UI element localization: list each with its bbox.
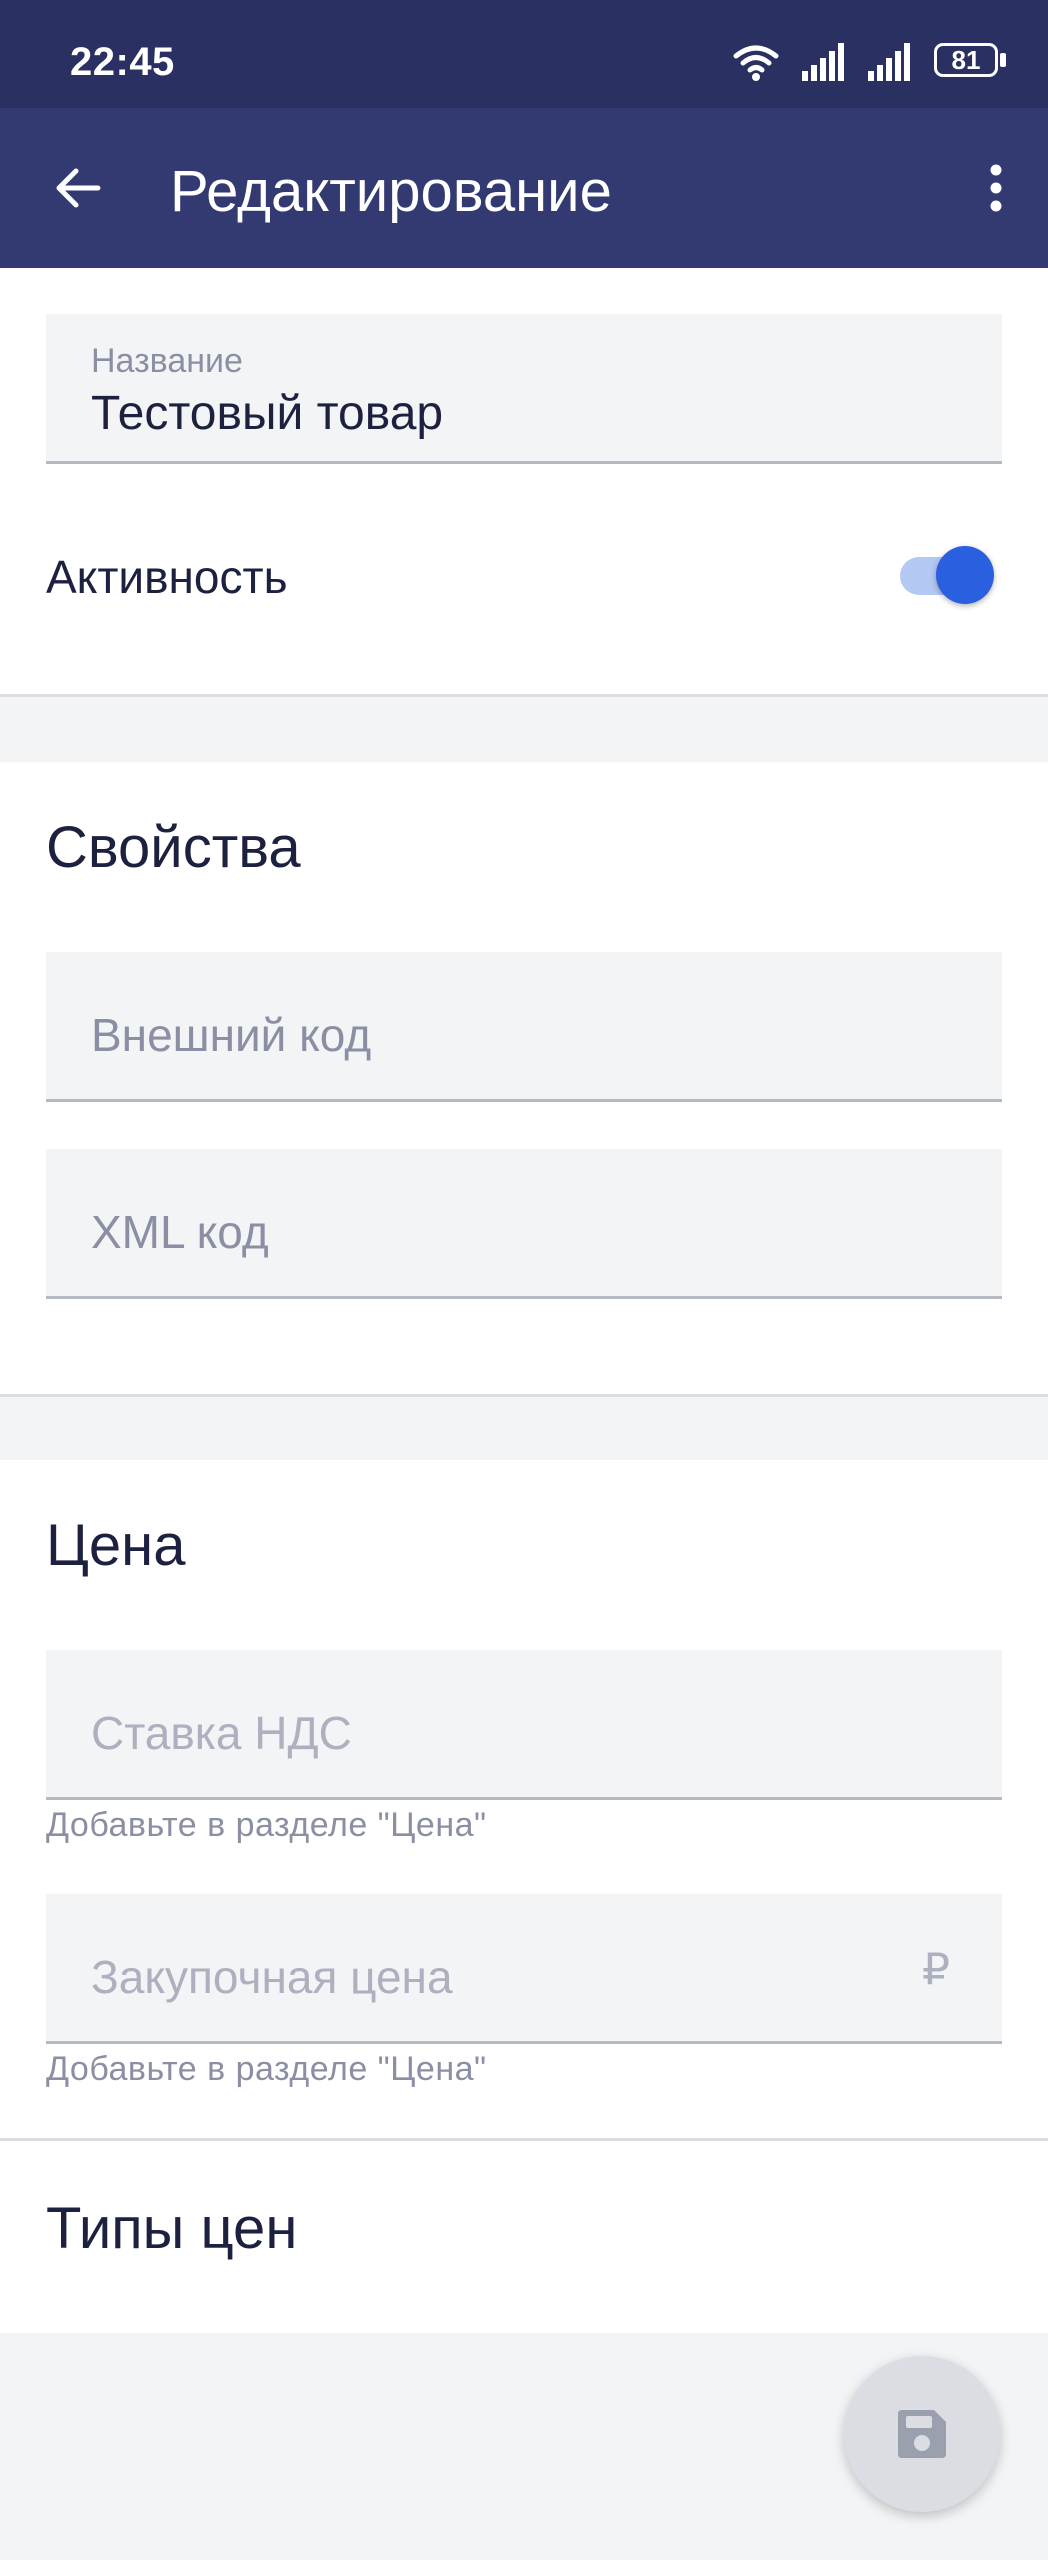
ruble-icon: ₽	[922, 1945, 950, 1994]
external-code-placeholder: Внешний код	[91, 1009, 372, 1061]
price-types-title: Типы цен	[46, 2196, 298, 2261]
vat-rate-placeholder: Ставка НДС	[91, 1707, 352, 1759]
external-code-field[interactable]: Внешний код	[46, 952, 1002, 1102]
more-menu-button[interactable]	[964, 156, 1028, 220]
name-field[interactable]: Название Тестовый товар	[46, 314, 1002, 464]
price-card: Цена Ставка НДС Добавьте в разделе "Цена…	[0, 1460, 1048, 2141]
page-title: Редактирование	[170, 159, 612, 224]
active-label: Активность	[46, 551, 288, 603]
active-toggle[interactable]	[900, 545, 1000, 605]
price-title: Цена	[46, 1513, 186, 1578]
purchase-price-field[interactable]: Закупочная цена ₽	[46, 1894, 1002, 2044]
properties-card: Свойства Внешний код XML код	[0, 762, 1048, 1397]
save-icon	[898, 2410, 946, 2458]
vat-rate-field[interactable]: Ставка НДС	[46, 1650, 1002, 1800]
status-bar: 22:45 81	[0, 0, 1048, 108]
price-types-card[interactable]: Типы цен	[0, 2141, 1048, 2333]
properties-title: Свойства	[46, 815, 301, 880]
purchase-price-hint: Добавьте в разделе "Цена"	[46, 2050, 487, 2088]
signal-icon	[802, 43, 844, 81]
vat-rate-hint: Добавьте в разделе "Цена"	[46, 1806, 487, 1844]
save-button[interactable]	[844, 2356, 1000, 2512]
name-field-value: Тестовый товар	[91, 387, 444, 440]
status-icons: 81	[732, 42, 1010, 82]
more-vertical-icon	[990, 164, 1002, 212]
back-button[interactable]	[46, 156, 110, 220]
general-card: Название Тестовый товар Активность	[0, 268, 1048, 697]
xml-code-placeholder: XML код	[91, 1206, 269, 1258]
signal-icon	[868, 43, 910, 81]
name-field-label: Название	[91, 342, 243, 380]
purchase-price-placeholder: Закупочная цена	[91, 1951, 453, 2003]
status-time: 22:45	[70, 40, 175, 84]
wifi-icon	[733, 45, 779, 81]
app-bar: Редактирование	[0, 108, 1048, 268]
battery-level: 81	[951, 45, 981, 75]
battery-icon: 81	[934, 43, 1010, 81]
xml-code-field[interactable]: XML код	[46, 1149, 1002, 1299]
toggle-thumb	[936, 546, 994, 604]
arrow-left-icon	[56, 168, 101, 208]
